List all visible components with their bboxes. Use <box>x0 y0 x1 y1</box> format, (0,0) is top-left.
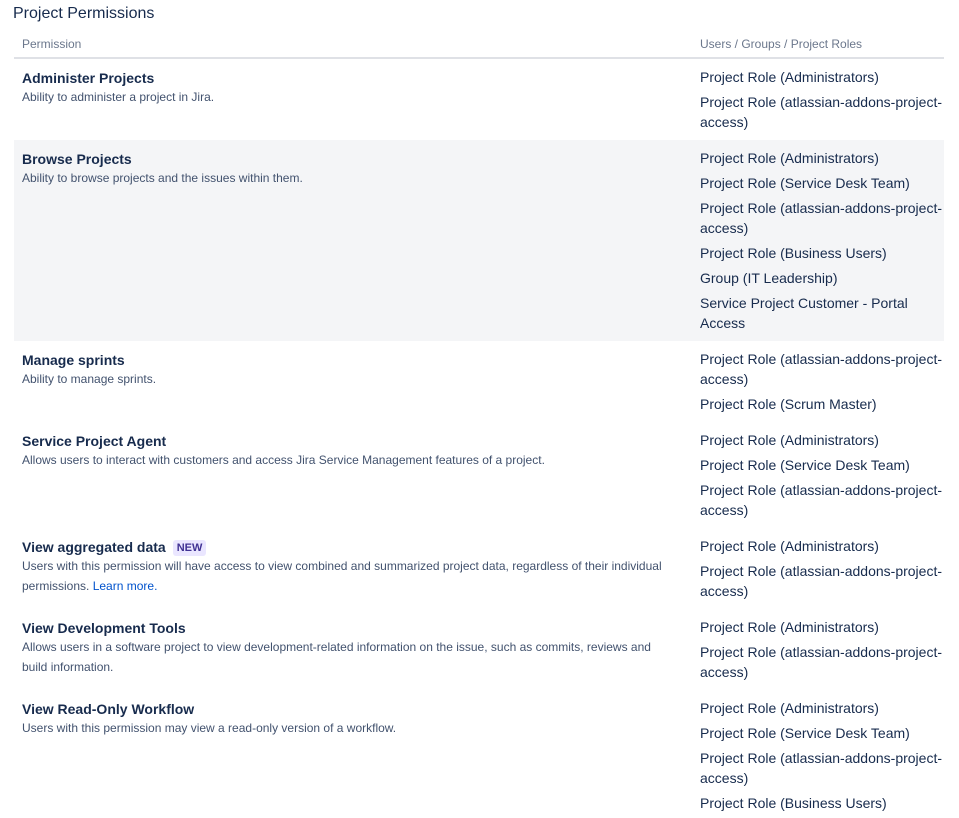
role-item: Project Role (atlassian-addons-project-a… <box>700 200 942 236</box>
role-item: Project Role (Scrum Master) <box>700 396 877 412</box>
permission-name: View Development Tools <box>22 620 186 636</box>
permission-cell: View Development Tools Allows users in a… <box>22 619 672 677</box>
permission-name: Administer Projects <box>22 70 155 86</box>
role-item: Project Role (Administrators) <box>700 69 879 85</box>
role-item: Project Role (Administrators) <box>700 538 879 554</box>
role-item: Group (IT Leadership) <box>700 270 838 286</box>
roles-cell: Project Role (Administrators) Project Ro… <box>700 430 944 525</box>
table-header: Permission Users / Groups / Project Role… <box>14 33 944 59</box>
permission-description: Ability to browse projects and the issue… <box>22 171 303 185</box>
table-row: Browse Projects Ability to browse projec… <box>14 140 944 341</box>
role-item: Project Role (Service Desk Team) <box>700 725 910 741</box>
project-permissions-page: Project Permissions Permission Users / G… <box>0 0 959 817</box>
learn-more-link[interactable]: Learn more. <box>93 579 158 593</box>
column-header-permission: Permission <box>22 37 82 51</box>
role-item: Project Role (Business Users) <box>700 795 887 811</box>
roles-cell: Project Role (Administrators) Project Ro… <box>700 148 944 338</box>
roles-cell: Project Role (Administrators) Project Ro… <box>700 536 944 606</box>
roles-cell: Project Role (Administrators) Project Ro… <box>700 698 944 818</box>
role-item: Project Role (atlassian-addons-project-a… <box>700 750 942 786</box>
table-row: Manage sprints Ability to manage sprints… <box>14 341 944 422</box>
permission-name: View aggregated data <box>22 539 166 555</box>
role-item: Project Role (Business Users) <box>700 245 887 261</box>
table-row: View aggregated data NEW Users with this … <box>14 528 944 609</box>
page-title: Project Permissions <box>13 5 155 22</box>
table-row: Administer Projects Ability to administe… <box>14 59 944 140</box>
role-item: Project Role (Administrators) <box>700 700 879 716</box>
role-item: Project Role (atlassian-addons-project-a… <box>700 482 942 518</box>
role-item: Project Role (atlassian-addons-project-a… <box>700 94 942 130</box>
permission-name: View Read-Only Workflow <box>22 701 195 717</box>
permission-description: Users with this permission may view a re… <box>22 721 397 735</box>
table-row: View Development Tools Allows users in a… <box>14 609 944 690</box>
role-item: Project Role (atlassian-addons-project-a… <box>700 351 942 387</box>
permission-cell: Administer Projects Ability to administe… <box>22 69 672 107</box>
table-row: View Read-Only Workflow Users with this … <box>14 690 944 816</box>
role-item: Project Role (atlassian-addons-project-a… <box>700 563 942 599</box>
permission-description: Allows users in a software project to vi… <box>22 640 651 674</box>
roles-cell: Project Role (atlassian-addons-project-a… <box>700 349 944 419</box>
permission-cell: View aggregated data NEW Users with this … <box>22 538 672 596</box>
column-header-roles: Users / Groups / Project Roles <box>700 37 863 51</box>
role-item: Project Role (Service Desk Team) <box>700 175 910 191</box>
permission-description: Ability to manage sprints. <box>22 372 157 386</box>
role-item: Service Project Customer - Portal Access <box>700 295 908 331</box>
permissions-table: Permission Users / Groups / Project Role… <box>14 33 944 816</box>
roles-cell: Project Role (Administrators) Project Ro… <box>700 67 944 137</box>
role-item: Project Role (Service Desk Team) <box>700 457 910 473</box>
permission-cell: Browse Projects Ability to browse projec… <box>22 150 672 188</box>
new-badge: NEW <box>172 540 207 556</box>
table-row: Service Project Agent Allows users to in… <box>14 422 944 528</box>
role-item: Project Role (atlassian-addons-project-a… <box>700 644 942 680</box>
permission-name: Browse Projects <box>22 151 132 167</box>
permission-description: Allows users to interact with customers … <box>22 453 545 467</box>
permission-name: Manage sprints <box>22 352 125 368</box>
role-item: Project Role (Administrators) <box>700 432 879 448</box>
permission-name: Service Project Agent <box>22 433 167 449</box>
roles-cell: Project Role (Administrators) Project Ro… <box>700 617 944 687</box>
permission-cell: Manage sprints Ability to manage sprints… <box>22 351 672 389</box>
role-item: Project Role (Administrators) <box>700 150 879 166</box>
permission-description: Ability to administer a project in Jira. <box>22 90 215 104</box>
role-item: Project Role (Administrators) <box>700 619 879 635</box>
permission-cell: View Read-Only Workflow Users with this … <box>22 700 672 738</box>
permission-cell: Service Project Agent Allows users to in… <box>22 432 672 470</box>
